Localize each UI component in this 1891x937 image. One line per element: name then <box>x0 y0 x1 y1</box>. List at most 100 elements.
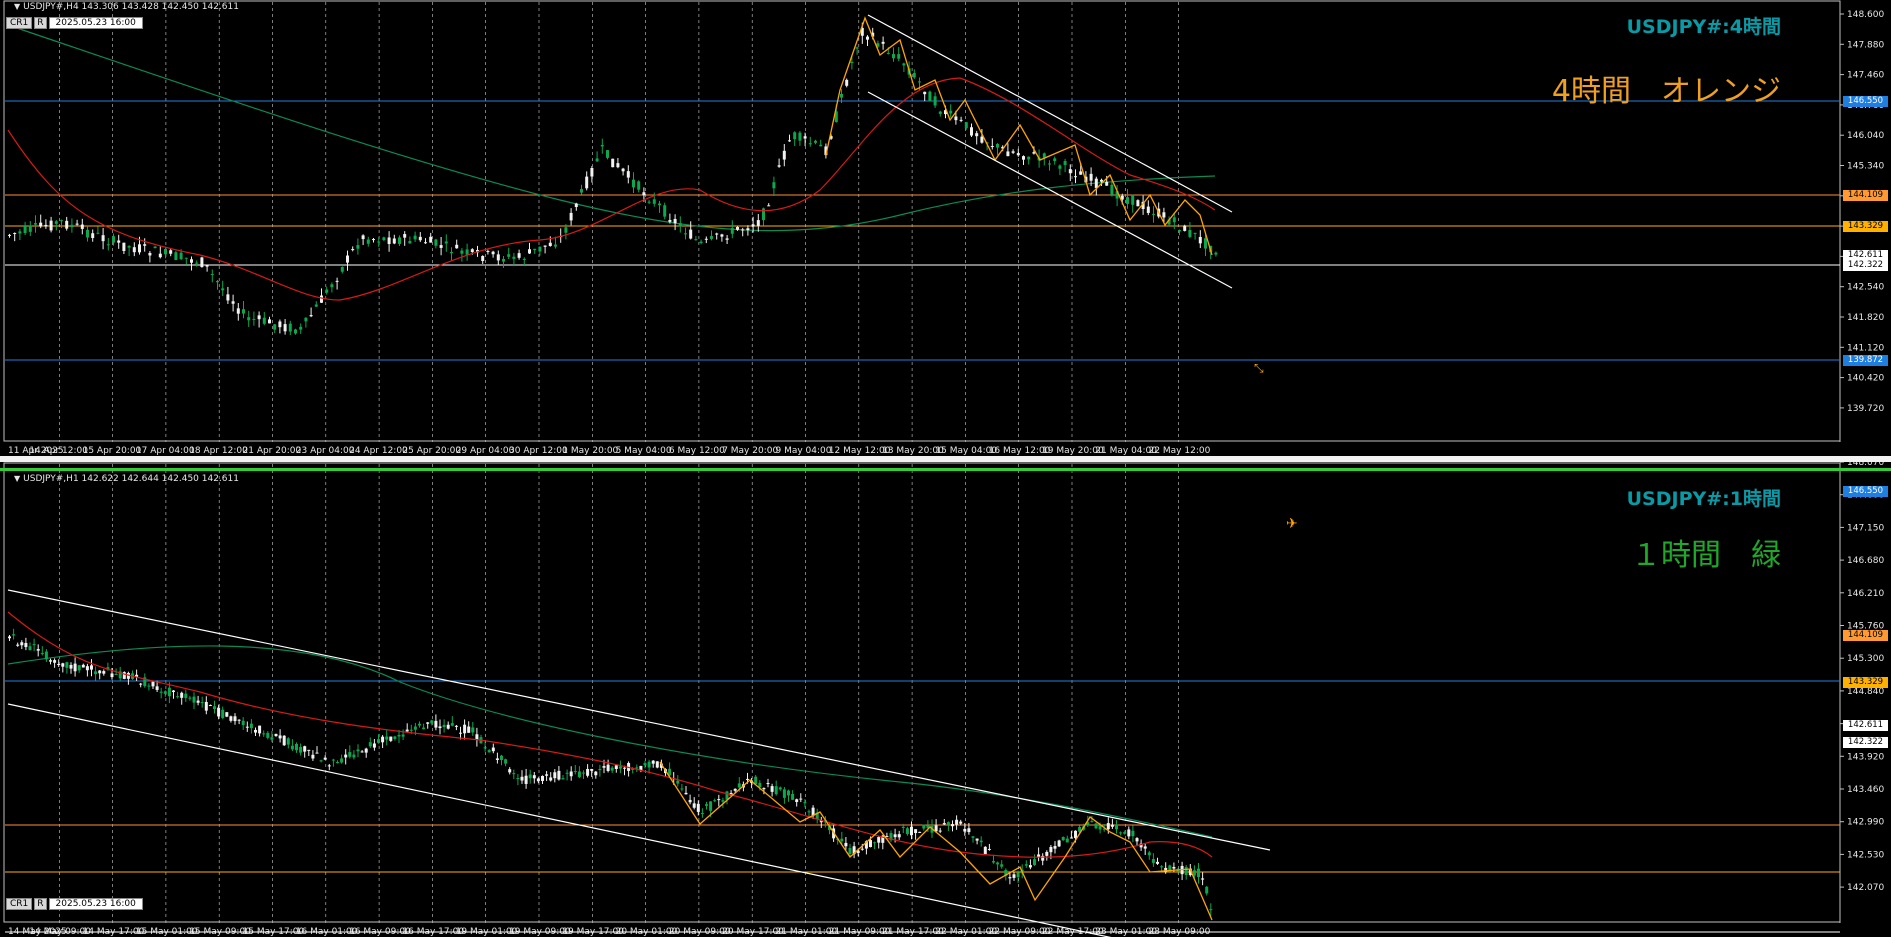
price-tick-label: 142.990 <box>1847 818 1884 828</box>
candle-body <box>180 692 184 698</box>
h1-note-text: １時間 緑 <box>1631 538 1781 573</box>
candle-body <box>1110 184 1114 195</box>
candle-body <box>320 295 323 303</box>
candle-body <box>1147 852 1151 856</box>
candle-body <box>231 301 235 304</box>
candle-body <box>721 800 725 802</box>
candle-body <box>424 242 427 244</box>
candle-body <box>382 237 386 241</box>
candle-body <box>20 642 24 646</box>
candle-body <box>689 229 693 239</box>
slow-ma-line <box>7 24 1216 232</box>
candle-body <box>8 636 11 639</box>
candle-body <box>914 829 918 834</box>
candle-body <box>53 660 57 663</box>
candle-body <box>1151 859 1155 863</box>
candle-body <box>1000 864 1004 867</box>
candle-body <box>1119 832 1123 834</box>
candle-body <box>94 671 98 675</box>
candle-body <box>1024 864 1028 866</box>
candle-body <box>855 47 859 49</box>
candle-body <box>1192 870 1196 876</box>
candle-body <box>524 775 528 784</box>
h4-chart-panel[interactable]: 11 Apr 2025 14 Apr 12:00 15 Apr 20:00 17 Ap… <box>0 0 1891 456</box>
candle-body <box>699 241 703 243</box>
candle-body <box>618 766 622 769</box>
cr1-badge[interactable]: CR1 <box>6 17 33 29</box>
price-label-tag: 144.109 <box>1843 190 1888 201</box>
candle-body <box>573 771 577 773</box>
candle-body <box>254 729 257 733</box>
candle-body <box>491 747 495 752</box>
candle-body <box>155 686 159 690</box>
candle-body <box>392 238 396 244</box>
candle-body <box>442 724 446 728</box>
candle-body <box>543 245 547 247</box>
candle-body <box>897 54 901 59</box>
price-tick-label: 147.150 <box>1847 523 1884 533</box>
candle-body <box>808 143 812 145</box>
candle-body <box>401 734 405 737</box>
candle-body <box>127 245 131 248</box>
candle-body <box>273 324 277 330</box>
candle-body <box>460 250 464 254</box>
h4-symbol-info: ▼ USDJPY#,H4 143.306 143.428 142.450 142.… <box>14 2 239 12</box>
r-badge[interactable]: R <box>34 898 47 910</box>
candle-body <box>500 755 503 760</box>
candle-body <box>651 760 655 764</box>
dropdown-triangle-icon[interactable]: ▼ <box>14 2 20 11</box>
candle-body <box>429 236 433 243</box>
candle-body <box>933 96 937 106</box>
candle-body <box>110 673 114 678</box>
candle-body <box>582 772 585 774</box>
candle-body <box>709 801 713 811</box>
candle-body <box>143 244 147 246</box>
candle-body <box>28 225 32 232</box>
candle-body <box>12 634 16 636</box>
candle-body <box>1022 156 1025 160</box>
candle-body <box>286 738 290 745</box>
candle-body <box>303 746 307 752</box>
time-tick-label: 22 May 12:00 <box>1149 446 1211 456</box>
fast-ma-line <box>7 77 1216 301</box>
candle-body <box>86 229 89 238</box>
dropdown-triangle-icon[interactable]: ▼ <box>14 474 20 483</box>
candle-body <box>554 244 557 247</box>
candle-body <box>987 848 991 850</box>
candle-body <box>1094 823 1098 829</box>
candle-body <box>1053 158 1057 162</box>
candle-body <box>799 798 803 800</box>
candle-body <box>249 723 253 729</box>
candle-body <box>356 749 360 752</box>
price-tick-label: 139.720 <box>1847 404 1884 414</box>
time-tick-label: 23 Apr 04:00 <box>296 446 355 456</box>
cr1-badge[interactable]: CR1 <box>6 898 33 910</box>
h1-chart-canvas[interactable]: 14 May 202514 May 09:0014 May 17:0015 Ma… <box>0 462 1891 937</box>
candle-body <box>314 304 318 307</box>
candle-body <box>736 226 739 230</box>
candle-body <box>204 701 208 711</box>
candle-body <box>1100 179 1103 182</box>
candle-body <box>663 205 667 217</box>
candle-body <box>381 736 385 743</box>
candle-body <box>262 733 266 735</box>
candle-body <box>577 771 581 778</box>
candle-body <box>57 663 61 665</box>
candle-body <box>928 91 932 102</box>
price-label-tag: 142.322 <box>1843 260 1888 271</box>
candle-body <box>971 836 975 838</box>
candle-body <box>229 716 233 721</box>
candle-body <box>598 769 602 771</box>
candle-body <box>922 824 926 829</box>
candle-body <box>647 201 651 203</box>
candle-body <box>340 758 344 763</box>
price-tick-label: 145.300 <box>1847 654 1884 664</box>
candle-body <box>40 653 44 655</box>
candle-body <box>1053 846 1057 849</box>
candle-body <box>553 772 557 779</box>
candle-body <box>174 252 178 261</box>
h1-chart-panel[interactable]: 14 May 2025 14 May 09:00 14 May 17:00 15 Ma… <box>0 462 1891 937</box>
candle-body <box>996 144 999 148</box>
candle-body <box>746 778 749 780</box>
r-badge[interactable]: R <box>34 17 47 29</box>
